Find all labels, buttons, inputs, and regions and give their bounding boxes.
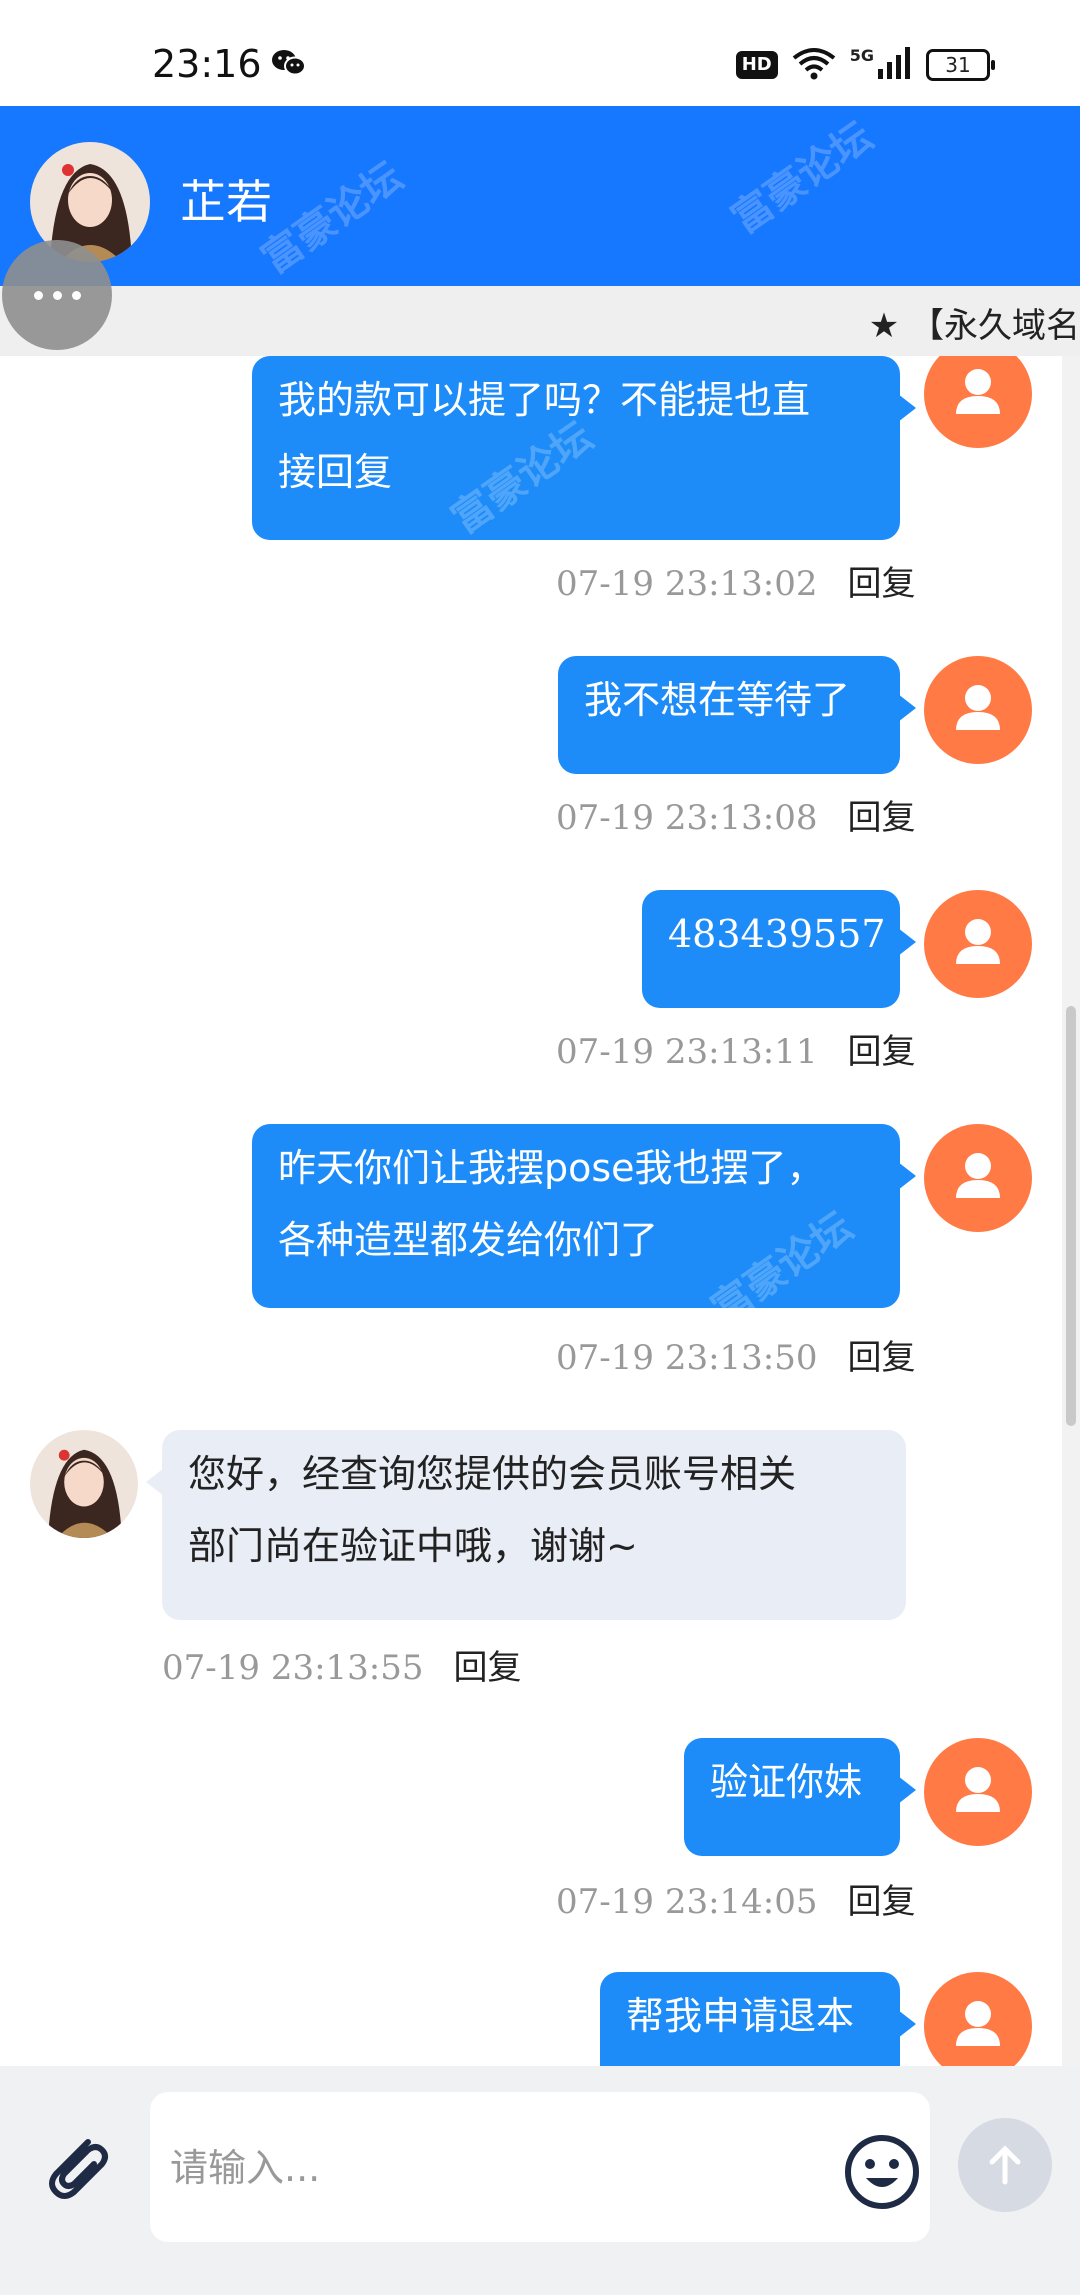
- user-avatar-icon: [924, 1738, 1032, 1846]
- message-input-container: [150, 2092, 930, 2242]
- reply-button[interactable]: 回复: [454, 1648, 522, 1688]
- outgoing-message-bubble: 昨天你们让我摆pose我也摆了， 各种造型都发给你们了: [252, 1124, 916, 1308]
- watermark: 富豪论坛: [253, 153, 412, 284]
- contact-name: 芷若: [180, 175, 272, 229]
- reply-button[interactable]: 回复: [848, 1032, 916, 1072]
- battery-indicator: 31: [926, 49, 995, 81]
- reply-button[interactable]: 回复: [848, 1338, 916, 1378]
- outgoing-message-bubble: 我的款可以提了吗？不能提也直 接回复: [252, 356, 916, 540]
- scrollbar-thumb[interactable]: [1066, 1006, 1076, 1426]
- message-meta: 07-19 23:13:50 回复: [556, 1330, 916, 1379]
- message-input[interactable]: [168, 2132, 772, 2204]
- paperclip-icon[interactable]: [36, 2126, 116, 2210]
- message-timestamp: 07-19 23:13:50: [556, 1338, 818, 1378]
- arrow-up-icon: [989, 2145, 1021, 2185]
- send-button[interactable]: [958, 2118, 1052, 2212]
- reply-button[interactable]: 回复: [848, 564, 916, 604]
- signal-icon: [878, 47, 912, 83]
- message-timestamp: 07-19 23:14:05: [556, 1882, 818, 1922]
- user-avatar-icon: [924, 656, 1032, 764]
- message-timestamp: 07-19 23:13:02: [556, 564, 818, 604]
- user-avatar-icon: [924, 1972, 1032, 2066]
- outgoing-message-bubble: 验证你妹: [684, 1738, 916, 1856]
- wechat-icon: [270, 48, 306, 82]
- more-button[interactable]: [2, 240, 112, 350]
- user-avatar-icon: [924, 1124, 1032, 1232]
- chat-header: 芷若 富豪论坛 富豪论坛: [0, 106, 1080, 286]
- user-avatar-icon: [924, 890, 1032, 998]
- status-bar: 23:16 HD 5G 31: [0, 0, 1080, 106]
- user-avatar-icon: [924, 356, 1032, 448]
- network-label: 5G: [849, 45, 874, 65]
- chat-message-list[interactable]: 我的款可以提了吗？不能提也直 接回复 07-19 23:13:02 回复 我不想在…: [0, 356, 1080, 2066]
- message-meta: 07-19 23:14:05 回复: [556, 1874, 916, 1923]
- status-time: 23:16: [152, 42, 262, 86]
- message-meta: 07-19 23:13:11 回复: [556, 1024, 916, 1073]
- hd-badge: HD: [735, 51, 778, 79]
- message-timestamp: 07-19 23:13:55: [162, 1648, 424, 1688]
- smiley-icon[interactable]: [842, 2132, 922, 2216]
- message-meta: 07-19 23:13:55 回复: [162, 1640, 522, 1689]
- outgoing-message-bubble: 483439557: [642, 890, 916, 1008]
- reply-button[interactable]: 回复: [848, 798, 916, 838]
- message-meta: 07-19 23:13:02 回复: [556, 556, 916, 605]
- message-timestamp: 07-19 23:13:08: [556, 798, 818, 838]
- announcement-text: ★ 【永久域名: [868, 306, 1080, 346]
- watermark: 富豪论坛: [723, 113, 882, 244]
- reply-button[interactable]: 回复: [848, 1882, 916, 1922]
- outgoing-message-bubble: 帮我申请退本: [600, 1972, 916, 2066]
- wifi-icon: [792, 46, 836, 84]
- message-meta: 07-19 23:13:08 回复: [556, 790, 916, 839]
- incoming-message-bubble: 您好，经查询您提供的会员账号相关 部门尚在验证中哦，谢谢~: [146, 1430, 906, 1620]
- more-icon: [33, 290, 43, 300]
- message-composer: [0, 2066, 1080, 2295]
- agent-avatar: [30, 1430, 138, 1538]
- message-timestamp: 07-19 23:13:11: [556, 1032, 818, 1072]
- chat-scrollbar[interactable]: [1062, 356, 1080, 2066]
- outgoing-message-bubble: 我不想在等待了: [558, 656, 916, 774]
- announcement-marquee[interactable]: ★ 【永久域名: [0, 286, 1080, 356]
